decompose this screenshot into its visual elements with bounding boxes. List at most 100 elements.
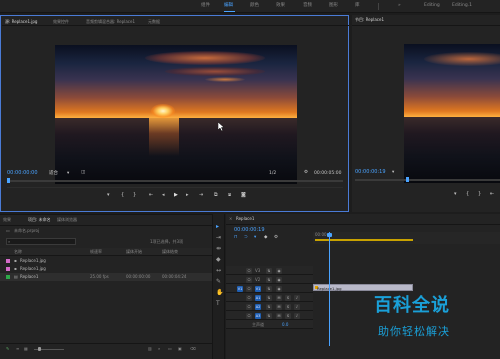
find-icon[interactable]: ⌕	[158, 347, 160, 351]
search-input[interactable]: ⌕	[6, 238, 76, 245]
go-to-in-icon[interactable]: ⇤	[149, 193, 153, 198]
track-lock-icon[interactable]: ⎔	[246, 276, 252, 283]
solo-button[interactable]: S	[285, 303, 291, 310]
track-header-v1[interactable]: V1 ⎔ V1 ⇅ ◉	[226, 284, 313, 293]
wrench-icon[interactable]: ⚙	[274, 235, 278, 241]
microphone-icon[interactable]: ♪	[294, 294, 300, 301]
microphone-icon[interactable]: ♪	[294, 312, 300, 319]
label-color-swatch[interactable]	[6, 275, 10, 279]
track-lock-icon[interactable]: ⎔	[246, 294, 252, 301]
track-lock-icon[interactable]: ⎔	[246, 303, 252, 310]
time-ruler[interactable]: 00:00	[313, 232, 500, 244]
ripple-edit-tool-icon[interactable]: ⇹	[216, 246, 221, 252]
chevron-right-icon[interactable]: »	[398, 3, 401, 9]
eye-icon[interactable]: ◉	[276, 276, 282, 283]
eye-icon[interactable]: ◉	[276, 285, 282, 292]
timeline-timecode[interactable]: 00:00:00:19	[234, 228, 265, 233]
workspace-tab-editing[interactable]: Editing	[424, 3, 440, 9]
sync-lock-icon[interactable]: ⇅	[266, 294, 272, 301]
solo-button[interactable]: S	[285, 312, 291, 319]
workspace-tab-libraries[interactable]: 库	[355, 3, 360, 9]
label-color-swatch[interactable]	[6, 267, 10, 271]
selection-tool-icon[interactable]: ▸	[216, 224, 219, 230]
list-item[interactable]: ▪ Replace1.jpg	[0, 257, 212, 265]
column-framerate[interactable]: 帧速率	[90, 250, 102, 254]
linked-selection-icon[interactable]: ⊃	[244, 235, 248, 241]
chevron-down-icon[interactable]: ▾	[392, 170, 394, 176]
source-zoom-select[interactable]: 适合	[49, 171, 58, 177]
tab-source[interactable]: 源: Replace1.jpg	[5, 20, 37, 24]
sync-lock-icon[interactable]: ⇅	[266, 276, 272, 283]
program-timecode[interactable]: 00:00:00:19	[355, 170, 386, 175]
mute-button[interactable]: M	[276, 294, 282, 301]
program-playhead[interactable]	[406, 177, 409, 182]
sync-lock-icon[interactable]: ⇅	[266, 303, 272, 310]
step-back-icon[interactable]: ◂	[162, 193, 165, 198]
source-video-frame[interactable]	[55, 45, 297, 184]
source-scrub-bar[interactable]	[7, 180, 343, 182]
microphone-icon[interactable]: ♪	[294, 303, 300, 310]
automate-icon[interactable]: ▥	[148, 347, 152, 351]
camera-icon[interactable]: ◙	[241, 193, 246, 198]
go-to-in-icon[interactable]: ⇤	[490, 192, 494, 197]
tab-project[interactable]: 项目: 未命名	[28, 218, 51, 222]
insert-icon[interactable]: ⧉	[214, 193, 218, 198]
marker-icon[interactable]: ◆	[264, 235, 267, 241]
add-marker-icon[interactable]: ▾	[254, 235, 256, 241]
label-color-swatch[interactable]	[6, 259, 10, 263]
column-name[interactable]: 名称	[14, 250, 22, 254]
tab-metadata[interactable]: 元数据	[148, 20, 160, 24]
sync-lock-icon[interactable]: ⇅	[266, 312, 272, 319]
track-header-a1[interactable]: ⎔ A1 ⇅ M S ♪	[226, 293, 313, 302]
timeline-clip[interactable]: Replace1.jpg	[313, 284, 413, 291]
list-item[interactable]: ▪ Replace1.jpg	[0, 265, 212, 273]
track-lock-icon[interactable]: ⎔	[246, 312, 252, 319]
slip-tool-icon[interactable]: ↔	[216, 268, 221, 274]
workspace-tab-effects[interactable]: 效果	[276, 3, 285, 9]
play-icon[interactable]: ▶	[174, 193, 178, 198]
track-header-a3[interactable]: ⎔ A3 ⇅ M S ♪	[226, 311, 313, 320]
hand-tool-icon[interactable]: ✋	[216, 290, 223, 296]
source-patch-v1[interactable]: V1	[237, 285, 243, 292]
master-volume-value[interactable]: 0.0	[282, 323, 288, 327]
workspace-tab-graphics[interactable]: 图形	[329, 3, 338, 9]
track-select-tool-icon[interactable]: ⇥	[216, 235, 221, 241]
list-view-icon[interactable]: ≡	[16, 347, 19, 351]
tab-audio-clip-mixer[interactable]: 音频剪辑混合器: Replace1	[86, 20, 135, 24]
tab-sequence[interactable]: Replace1	[236, 217, 254, 221]
list-item[interactable]: ▤ Replace1 25.00 fps 00:00:00:00 00:00:0…	[0, 273, 212, 281]
mute-button[interactable]: M	[276, 303, 282, 310]
track-lock-icon[interactable]: ⎔	[246, 285, 252, 292]
workspace-tab-audio[interactable]: 音频	[303, 3, 312, 9]
workspace-tab-assembly[interactable]: 组件	[201, 3, 210, 9]
wrench-icon[interactable]: ⚙	[304, 170, 308, 176]
track-target-a1[interactable]: A1	[255, 294, 261, 301]
column-media-start[interactable]: 媒体开始	[126, 250, 142, 254]
track-target-v1[interactable]: V1	[255, 285, 261, 292]
panel-close-icon[interactable]: 效果	[3, 218, 11, 222]
track-target-a3[interactable]: A3	[255, 312, 261, 319]
track-target-a2[interactable]: A2	[255, 303, 261, 310]
source-playhead[interactable]	[7, 178, 10, 183]
mark-in-icon[interactable]: ▾	[107, 193, 110, 198]
playhead-handle[interactable]	[327, 233, 332, 237]
timeline-close-icon[interactable]: ×	[229, 217, 232, 221]
overwrite-icon[interactable]: ⧈	[228, 193, 231, 198]
zoom-slider-handle[interactable]	[38, 347, 41, 351]
program-video-frame[interactable]	[404, 44, 500, 183]
pen-tool-icon[interactable]: ✎	[216, 279, 221, 285]
tab-effect-controls[interactable]: 效果控件	[53, 20, 69, 24]
razor-tool-icon[interactable]: ◆	[216, 257, 221, 263]
workspace-tab-edit[interactable]: 编辑	[224, 3, 233, 9]
mark-in-button[interactable]: {	[121, 193, 124, 198]
track-header-a2[interactable]: ⎔ A2 ⇅ M S ♪	[226, 302, 313, 311]
solo-button[interactable]: S	[285, 294, 291, 301]
type-tool-icon[interactable]: T	[216, 301, 220, 307]
mark-out-button[interactable]: }	[133, 193, 136, 198]
tab-program[interactable]: 节目: Replace1	[355, 18, 384, 22]
mark-out-button[interactable]: }	[478, 192, 481, 197]
step-forward-icon[interactable]: ▸	[186, 193, 189, 198]
new-bin-icon[interactable]: ▭	[168, 347, 172, 351]
icon-view-icon[interactable]: ▦	[24, 347, 28, 351]
snap-icon[interactable]: ⊓	[234, 235, 238, 241]
